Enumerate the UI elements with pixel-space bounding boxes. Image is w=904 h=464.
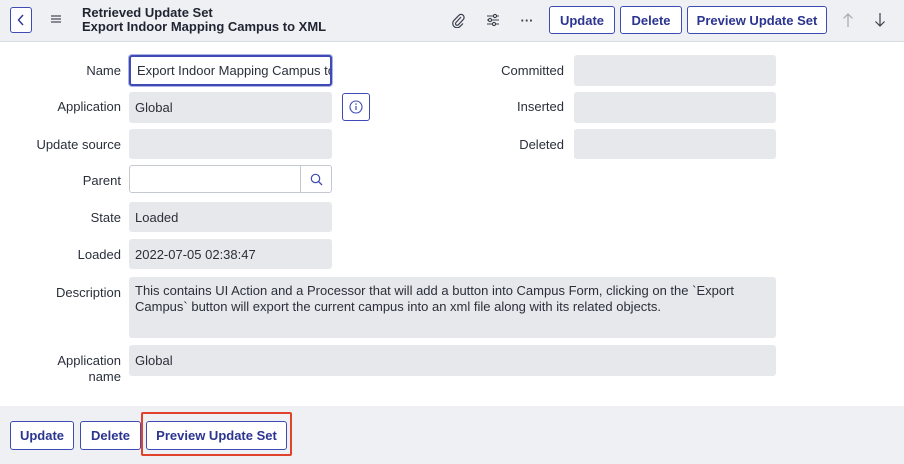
description-label: Description bbox=[55, 285, 121, 300]
parent-input[interactable] bbox=[129, 165, 301, 193]
header-preview-update-set-button[interactable]: Preview Update Set bbox=[687, 6, 827, 34]
more-icon[interactable]: ··· bbox=[518, 11, 536, 29]
application-name-label-line2: name bbox=[88, 369, 121, 384]
hamburger-icon[interactable] bbox=[50, 13, 62, 25]
description-field: This contains UI Action and a Processor … bbox=[129, 277, 776, 338]
back-icon bbox=[17, 14, 24, 26]
inserted-field bbox=[574, 92, 776, 123]
loaded-label: Loaded bbox=[77, 247, 121, 262]
record-name-title: Export Indoor Mapping Campus to XML bbox=[82, 19, 327, 34]
deleted-field bbox=[574, 129, 776, 159]
paperclip-icon[interactable] bbox=[449, 11, 467, 29]
form-title: Retrieved Update Set Export Indoor Mappi… bbox=[82, 6, 326, 34]
info-icon bbox=[349, 100, 363, 114]
parent-lookup-button[interactable] bbox=[301, 165, 332, 193]
back-button[interactable] bbox=[10, 7, 32, 33]
footer-delete-button[interactable]: Delete bbox=[80, 421, 141, 450]
application-info-button[interactable] bbox=[342, 93, 370, 121]
application-name-label: Application name bbox=[57, 353, 121, 385]
search-icon bbox=[310, 173, 322, 185]
arrow-up-icon[interactable] bbox=[840, 10, 856, 30]
application-name-label-line1: Application bbox=[57, 353, 121, 368]
inserted-label: Inserted bbox=[517, 99, 564, 114]
name-label: Name bbox=[86, 63, 121, 78]
deleted-label: Deleted bbox=[519, 137, 564, 152]
update-source-label: Update source bbox=[36, 137, 121, 152]
header-delete-button[interactable]: Delete bbox=[620, 6, 682, 34]
committed-label: Committed bbox=[501, 63, 564, 78]
application-field: Global bbox=[129, 92, 332, 123]
committed-field bbox=[574, 55, 776, 86]
record-type-title: Retrieved Update Set bbox=[82, 5, 213, 20]
application-name-field: Global bbox=[129, 345, 776, 376]
arrow-down-icon[interactable] bbox=[872, 10, 888, 30]
header-update-button[interactable]: Update bbox=[549, 6, 615, 34]
name-input[interactable]: Export Indoor Mapping Campus to XML bbox=[129, 55, 332, 86]
footer-update-button[interactable]: Update bbox=[10, 421, 74, 450]
highlight-box bbox=[141, 412, 292, 456]
state-label: State bbox=[90, 210, 121, 225]
update-source-field bbox=[129, 129, 332, 159]
state-field: Loaded bbox=[129, 202, 332, 232]
parent-label: Parent bbox=[82, 173, 121, 188]
application-label: Application bbox=[57, 99, 121, 114]
loaded-field: 2022-07-05 02:38:47 bbox=[129, 239, 332, 269]
form-header: Retrieved Update Set Export Indoor Mappi… bbox=[0, 0, 904, 42]
settings-sliders-icon[interactable] bbox=[484, 11, 502, 29]
